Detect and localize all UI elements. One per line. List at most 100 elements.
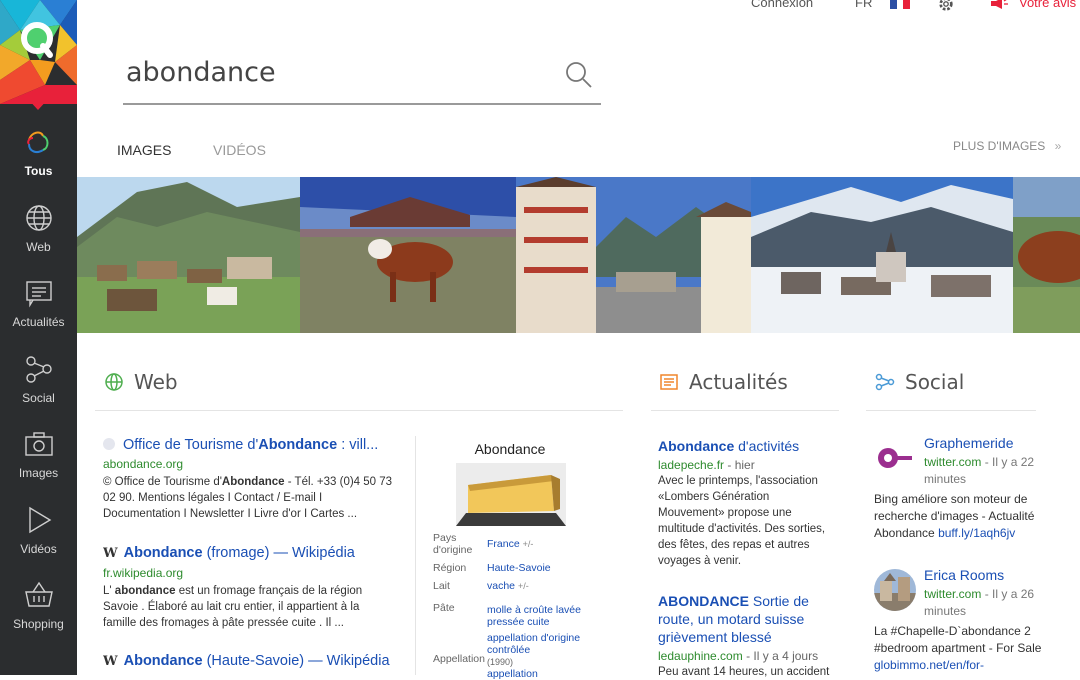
sidebar-item-label: Actualités	[12, 315, 65, 329]
fact-value[interactable]: appellation d'origine contrôlée (1990) app…	[487, 632, 607, 680]
login-link[interactable]: Connexion	[751, 0, 813, 10]
social-meta: twitter.com - Il y a 22 minutes	[924, 454, 1044, 488]
section-title: Web	[134, 370, 178, 394]
fact-value[interactable]: Haute-Savoie	[487, 562, 607, 574]
result-snippet: L' abondance est un fromage français de …	[103, 583, 393, 631]
image-strip	[77, 177, 1080, 333]
social-link[interactable]: globimmo.net/en/for-	[874, 658, 984, 672]
result-title-link[interactable]: W Abondance (Haute-Savoie) — Wikipédia	[103, 653, 393, 670]
social-text: La #Chapelle-D`abondance 2 #bedroom apar…	[874, 624, 1042, 655]
gear-icon[interactable]	[937, 0, 955, 15]
fact-value[interactable]: molle à croûte lavée pressée cuite	[487, 604, 607, 628]
section-header-social: Social	[875, 370, 964, 394]
image-thumbnail[interactable]	[77, 177, 300, 333]
sidebar-item-videos[interactable]: Vidéos	[0, 496, 77, 572]
sidebar-item-images[interactable]: Images	[0, 420, 77, 496]
result-title-link[interactable]: Office de Tourisme d'Abondance : vill...	[103, 437, 393, 453]
search-icon[interactable]	[565, 61, 593, 89]
section-header-web: Web	[104, 370, 178, 394]
tab-images[interactable]: IMAGES	[117, 142, 171, 158]
feedback-link[interactable]: Votre avis	[1019, 0, 1076, 10]
result-title-link[interactable]: W Abondance (fromage) — Wikipédia	[103, 545, 393, 562]
image-thumbnail[interactable]	[300, 177, 516, 333]
fact-value[interactable]: France +/-	[487, 538, 607, 550]
title-highlight: Abondance	[658, 438, 735, 454]
tab-videos[interactable]: VIDÉOS	[213, 142, 266, 158]
title-text: : vill...	[337, 437, 379, 453]
social-source[interactable]: twitter.com	[924, 587, 981, 601]
wikipedia-icon: W	[103, 654, 118, 669]
web-result: W Abondance (fromage) — Wikipédia fr.wiki…	[103, 545, 393, 631]
sidebar: Tous Web Actualités Social Images Vidéos…	[0, 0, 77, 675]
cheese-image[interactable]	[456, 463, 566, 526]
title-text: d'activités	[734, 438, 800, 454]
camera-icon	[24, 432, 53, 456]
knowledge-title: Abondance	[474, 441, 546, 457]
social-icon	[875, 373, 895, 391]
news-meta: ladepeche.fr - hier	[658, 457, 838, 473]
social-body: Bing améliore son moteur de recherche d'…	[874, 491, 1044, 542]
image-thumbnail[interactable]	[516, 177, 751, 333]
fact-key: Pays d'origine	[433, 532, 473, 556]
web-result: W Abondance (Haute-Savoie) — Wikipédia	[103, 653, 393, 670]
avatar[interactable]	[874, 437, 916, 479]
news-source[interactable]: ladepeche.fr	[658, 458, 724, 472]
social-author-link[interactable]: Erica Rooms	[924, 567, 1004, 584]
image-thumbnail[interactable]	[751, 177, 1013, 333]
sidebar-item-web[interactable]: Web	[0, 194, 77, 270]
fact-value-text: vache	[487, 580, 516, 592]
title-highlight: Abondance	[123, 545, 203, 561]
social-source[interactable]: twitter.com	[924, 455, 981, 469]
sidebar-item-label: Social	[22, 390, 55, 405]
sidebar-item-label: Web	[26, 239, 51, 254]
sidebar-nav: Tous Web Actualités Social Images Vidéos…	[0, 118, 77, 647]
news-item: ABONDANCE Sortie de route, un motard sui…	[658, 592, 838, 680]
language-selector[interactable]: FR	[855, 0, 872, 10]
qwant-logo[interactable]	[0, 0, 77, 104]
news-time: - hier	[724, 458, 755, 472]
megaphone-icon	[991, 0, 1009, 12]
news-source[interactable]: ledauphine.com	[658, 649, 743, 663]
social-link[interactable]: buff.ly/1aqh6jv	[938, 526, 1015, 540]
news-title-link[interactable]: Abondance d'activités	[658, 437, 838, 455]
social-author-link[interactable]: Graphemeride	[924, 435, 1014, 452]
news-item: Abondance d'activités ladepeche.fr - hie…	[658, 437, 838, 569]
title-text: (Haute-Savoie) — Wikipédia	[202, 653, 390, 669]
fact-value[interactable]: vache +/-	[487, 580, 607, 592]
web-result: Office de Tourisme d'Abondance : vill...…	[103, 437, 393, 522]
sidebar-item-shopping[interactable]: Shopping	[0, 571, 77, 647]
image-thumbnail[interactable]	[1013, 177, 1080, 333]
more-images-link[interactable]: PLUS D'IMAGES »	[953, 139, 1061, 153]
result-url[interactable]: abondance.org	[103, 456, 393, 472]
section-title: Social	[905, 370, 965, 394]
avatar[interactable]	[874, 569, 916, 611]
result-snippet: © Office de Tourisme d'Abondance - Tél. …	[103, 474, 393, 522]
more-images-label: PLUS D'IMAGES	[953, 139, 1046, 153]
social-icon	[25, 355, 52, 383]
news-title-link[interactable]: ABONDANCE Sortie de route, un motard sui…	[658, 592, 838, 646]
globe-icon	[105, 373, 123, 391]
top-bar: Connexion FR Votre avis	[77, 0, 1080, 14]
sidebar-item-actualites[interactable]: Actualités	[0, 269, 77, 345]
section-header-news: Actualités	[659, 370, 788, 394]
fact-key: Région	[433, 562, 467, 574]
snippet-highlight: Abondance	[221, 476, 285, 488]
title-text: (fromage) — Wikipédia	[202, 545, 355, 561]
fact-edit[interactable]: +/-	[523, 539, 534, 549]
section-title: Actualités	[689, 370, 788, 394]
sidebar-item-label: Shopping	[13, 617, 64, 631]
divider	[95, 410, 623, 411]
wikipedia-icon: W	[103, 546, 118, 561]
snippet-highlight: abondance	[114, 585, 176, 597]
sidebar-item-social[interactable]: Social	[0, 345, 77, 421]
sidebar-item-label: Tous	[24, 164, 53, 178]
logo-tip	[27, 98, 49, 110]
search-input[interactable]	[126, 52, 546, 92]
fact-edit[interactable]: +/-	[518, 581, 529, 591]
sidebar-item-tous[interactable]: Tous	[0, 118, 77, 194]
result-url[interactable]: fr.wikipedia.org	[103, 565, 393, 581]
favicon	[103, 438, 115, 450]
fact-key: Appellation	[433, 653, 485, 665]
news-time: - Il y a 4 jours	[742, 649, 819, 663]
sidebar-item-label: Vidéos	[20, 541, 57, 556]
